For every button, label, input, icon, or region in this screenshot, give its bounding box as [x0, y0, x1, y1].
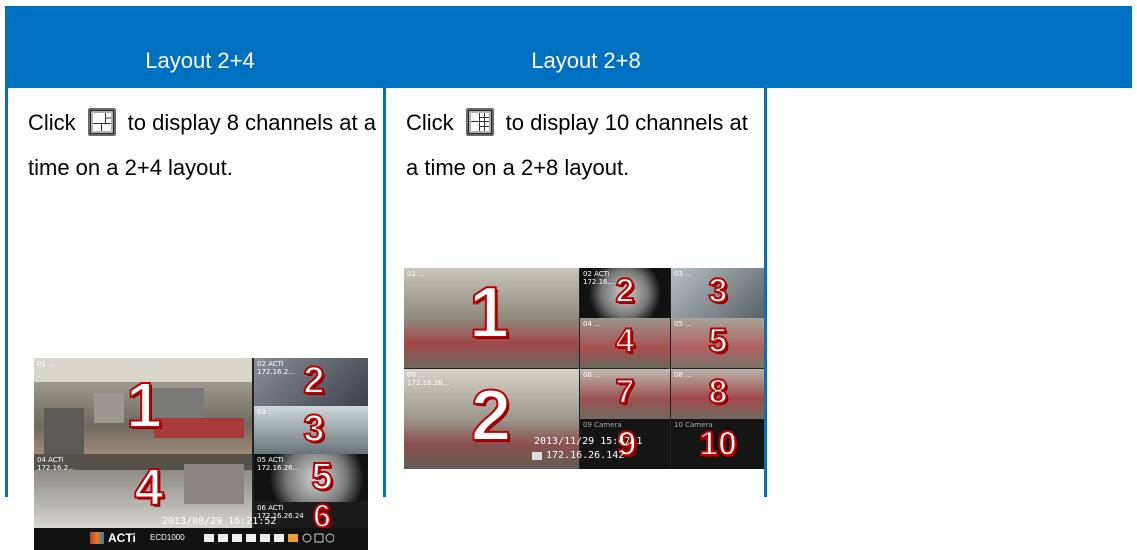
camera-label: 02 ACTi 172.16.2...: [257, 360, 295, 376]
tile-number: 2: [302, 359, 325, 403]
tile-number: 10: [698, 424, 738, 464]
camera-tile: 01 ... 1: [404, 268, 579, 368]
description-2-4: Click to display 8 channels at a time on…: [28, 100, 378, 190]
camera-label: 04 ...: [583, 320, 601, 328]
camera-tile: 03 ... 3: [671, 268, 764, 318]
tile-number: 3: [302, 407, 325, 451]
layout-2-4-icon: [87, 108, 116, 136]
description-text: to display 10 channels at a time on a 2+…: [406, 110, 748, 180]
camera-tile: 02 ACTi 172.16... 2: [580, 268, 670, 318]
header-layout-2-4: Layout 2+4: [145, 48, 255, 73]
tile-number: 2: [615, 271, 636, 311]
timestamp: 2013/11/29 15:47:1: [534, 436, 643, 447]
camera-tile: 01 ... 1: [34, 358, 252, 454]
tile-number: 4: [615, 321, 636, 361]
cell-layout-2-4: Click to display 8 channels at a time on…: [5, 88, 386, 550]
tile-number: 4: [134, 458, 165, 518]
acti-logo-icon: [90, 532, 104, 544]
camera-label: 05 ACTi 172.16.26...: [257, 456, 300, 472]
camera-label: 06 ...: [583, 371, 601, 379]
tile-number: 5: [310, 455, 333, 499]
model-name: ECD1000: [150, 533, 185, 542]
camera-label: 03 ...: [674, 270, 692, 278]
ip-address: 172.16.26.142: [546, 450, 625, 461]
tile-number: 1: [468, 272, 510, 354]
camera-label: 01 ...: [407, 270, 425, 278]
camera-tile: 06 ... 7: [580, 369, 670, 419]
tile-number: 5: [708, 321, 729, 361]
description-2-8: Click to display 10 channels at a time o…: [406, 100, 756, 190]
camera-tile: 02 ACTi 172.16.2... 2: [254, 358, 368, 406]
monitor-icon: [532, 452, 542, 460]
layout-buttons-icon: [204, 533, 334, 543]
camera-tile: 05 ACTi 172.16.26... 5: [254, 454, 368, 502]
layout-2-8-icon: [465, 108, 494, 136]
camera-tile: 03 ... 3: [254, 406, 368, 454]
camera-tile: 10 Camera 10: [671, 419, 764, 469]
click-word: Click: [406, 110, 454, 135]
brand-name: ACTi: [108, 531, 136, 545]
camera-label: 03 ...: [257, 408, 275, 416]
camera-label: 01 ...: [37, 360, 55, 368]
header-layout-2-8: Layout 2+8: [531, 48, 641, 73]
camera-tile: 04 ... 4: [580, 318, 670, 368]
camera-label: 08 ...: [674, 371, 692, 379]
tile-number: 6: [312, 502, 332, 528]
click-word: Click: [28, 110, 76, 135]
description-text: to display 8 channels at a time on a 2+4…: [28, 110, 376, 180]
screenshot-layout-2-8: 01 ... 1 02 ACTi 172.16... 2 03 ... 3 04…: [404, 268, 764, 469]
tile-number: 8: [708, 372, 729, 412]
camera-tile: 08 ... 8: [671, 369, 764, 419]
tile-number: 3: [708, 271, 729, 311]
tile-number: 1: [125, 368, 163, 442]
table-header: Layout 2+4 Layout 2+8: [5, 6, 1132, 88]
camera-tile: 05 ... 5: [671, 318, 764, 368]
tile-number: 7: [615, 372, 636, 412]
nvr-toolbar: 2013/08/29 16:21:52 ACTi ECD1000: [34, 516, 368, 550]
cell-layout-2-8: Click to display 10 channels at a time o…: [386, 88, 767, 497]
tile-number: 2: [470, 375, 512, 457]
camera-label: 05 ...: [674, 320, 692, 328]
camera-label: 06 ... 172.16.26...: [407, 371, 450, 387]
camera-label: 04 ACTi 172.16.2...: [37, 456, 75, 472]
screenshot-layout-2-4: 01 ... 1 02 ACTi 172.16.2... 2 03 ... 3 …: [34, 358, 368, 550]
timestamp: 2013/08/29 16:21:52: [162, 516, 277, 527]
layout-table: Layout 2+4 Layout 2+8 Click to display 8…: [5, 6, 1132, 550]
